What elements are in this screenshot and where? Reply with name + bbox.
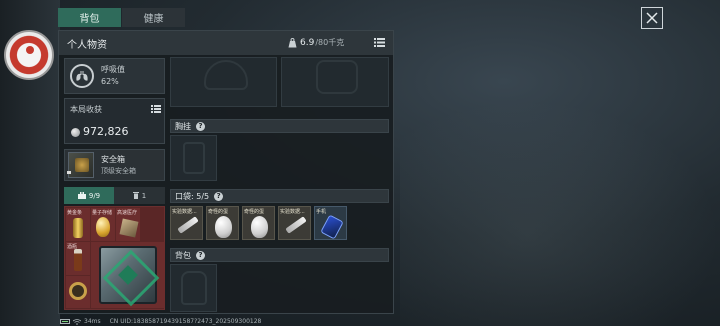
vest-placeholder-icon [183,142,205,174]
briefcase-icon [77,192,86,199]
avatar[interactable] [4,30,54,80]
safe-items-count: 9/9 [88,191,101,200]
pocket-items: 实验数据... 奇怪的蛋 奇怪的蛋 实验数据... 手机 [170,206,389,240]
respiration-label: 呼吸值 [101,65,125,74]
weight-current: 6.9 [300,37,315,48]
gold-bar-icon [73,218,83,238]
trash-icon [132,192,139,199]
safe-box-slot[interactable]: 安全箱 顶级安全箱 [64,149,165,181]
earnings-card: 本局收获 972,826 [64,98,165,144]
item-label: 高速医疗 [117,210,138,216]
supply-box-icon [99,246,157,304]
bottle-icon [74,249,82,271]
list-icon[interactable] [374,38,385,47]
ping-value: 34ms [84,318,101,325]
lungs-icon [70,64,94,88]
panel-title: 个人物资 [67,39,107,51]
item-label: 奇怪的蛋 [208,209,229,215]
item-gold-bar[interactable]: 黄金条 [66,208,90,241]
item-label: 奇怪的蛋 [244,209,265,215]
section-pocket-title: 口袋: 5/5 [175,191,210,201]
item-label: 黄金条 [67,210,83,216]
pocket-item-egg[interactable]: 奇怪的蛋 [242,206,275,240]
respiration-value: 62% [101,77,119,86]
egg-icon [251,216,268,238]
lock-icon [67,171,71,174]
earnings-value: 972,826 [83,125,129,138]
top-tabs: 背包 健康 [58,8,185,27]
inventory-panel: 个人物资 6.9 /80千克 呼吸值 62% 本局收获 972,826 安全箱 … [58,30,394,314]
equipment-top [170,57,389,107]
pocket-item-syringe[interactable]: 实验数据... [278,206,311,240]
item-gold-watch[interactable] [66,276,90,308]
pocket-item-syringe[interactable]: 实验数据... [170,206,203,240]
background-fog [400,100,720,326]
battery-icon [60,319,70,324]
section-backpack: 背包 ? [170,248,389,262]
status-bar: 34ms CN UID:1838587194391587?2473_202509… [60,318,261,325]
item-bottle[interactable]: 酒瓶 [66,242,90,275]
pocket-item-egg[interactable]: 奇怪的蛋 [206,206,239,240]
safe-box-title: 安全箱 [101,155,125,164]
tab-backpack[interactable]: 背包 [58,8,121,27]
gold-watch-icon [69,282,87,300]
pocket-item-phone[interactable]: 手机 [314,206,347,240]
tab-discard[interactable]: 1 [114,187,165,204]
syringe-icon [285,216,307,234]
section-backpack-title: 背包 [175,250,191,260]
backpack-placeholder-icon [181,271,207,305]
helmet-slot[interactable] [170,57,277,107]
safe-items-grid: 黄金条 量子存储 高速医疗 酒瓶 [64,206,165,310]
armor-placeholder-icon [316,60,358,94]
section-chest-rig: 胸挂 ? [170,119,389,133]
safe-box-subtitle: 顶级安全箱 [101,167,136,175]
section-pocket: 口袋: 5/5 ? [170,189,389,203]
help-icon[interactable]: ? [196,121,205,131]
chest-rig-slot[interactable] [170,135,217,181]
tab-health[interactable]: 健康 [122,8,185,27]
med-pack-icon [119,218,139,238]
item-label: 手机 [316,209,327,215]
item-supply-box[interactable] [91,242,165,308]
safe-box-icon [68,152,94,178]
section-chest-title: 胸挂 [175,121,191,131]
backpack-slot[interactable] [170,264,217,312]
help-icon[interactable]: ? [196,250,205,260]
safe-subtabs: 9/9 1 [64,187,165,204]
item-med-pack[interactable]: 高速医疗 [116,208,140,241]
tab-safe-items[interactable]: 9/9 [64,187,114,204]
golden-egg-icon [96,217,110,237]
item-label: 量子存储 [92,210,113,216]
respiration-card: 呼吸值 62% [64,58,165,94]
wifi-icon [73,318,81,325]
weight-icon [288,37,297,47]
discard-count: 1 [141,191,147,200]
cn-uid: CN UID:1838587194391587?2473_20250930012… [109,318,262,325]
weight-max: /80千克 [315,38,345,47]
close-button[interactable] [641,7,663,29]
armor-slot[interactable] [281,57,389,107]
syringe-icon [177,216,199,234]
list-icon[interactable] [151,105,161,113]
item-golden-egg[interactable]: 量子存储 [91,208,115,241]
item-label: 实验数据... [172,209,197,215]
helmet-placeholder-icon [204,60,248,90]
coin-icon [71,128,80,137]
phone-icon [320,214,344,240]
help-icon[interactable]: ? [214,191,224,201]
item-label: 实验数据... [280,209,305,215]
earnings-label: 本局收获 [70,105,102,114]
egg-icon [215,216,232,238]
close-icon [646,12,658,24]
weight-indicator: 6.9 /80千克 [288,37,344,48]
